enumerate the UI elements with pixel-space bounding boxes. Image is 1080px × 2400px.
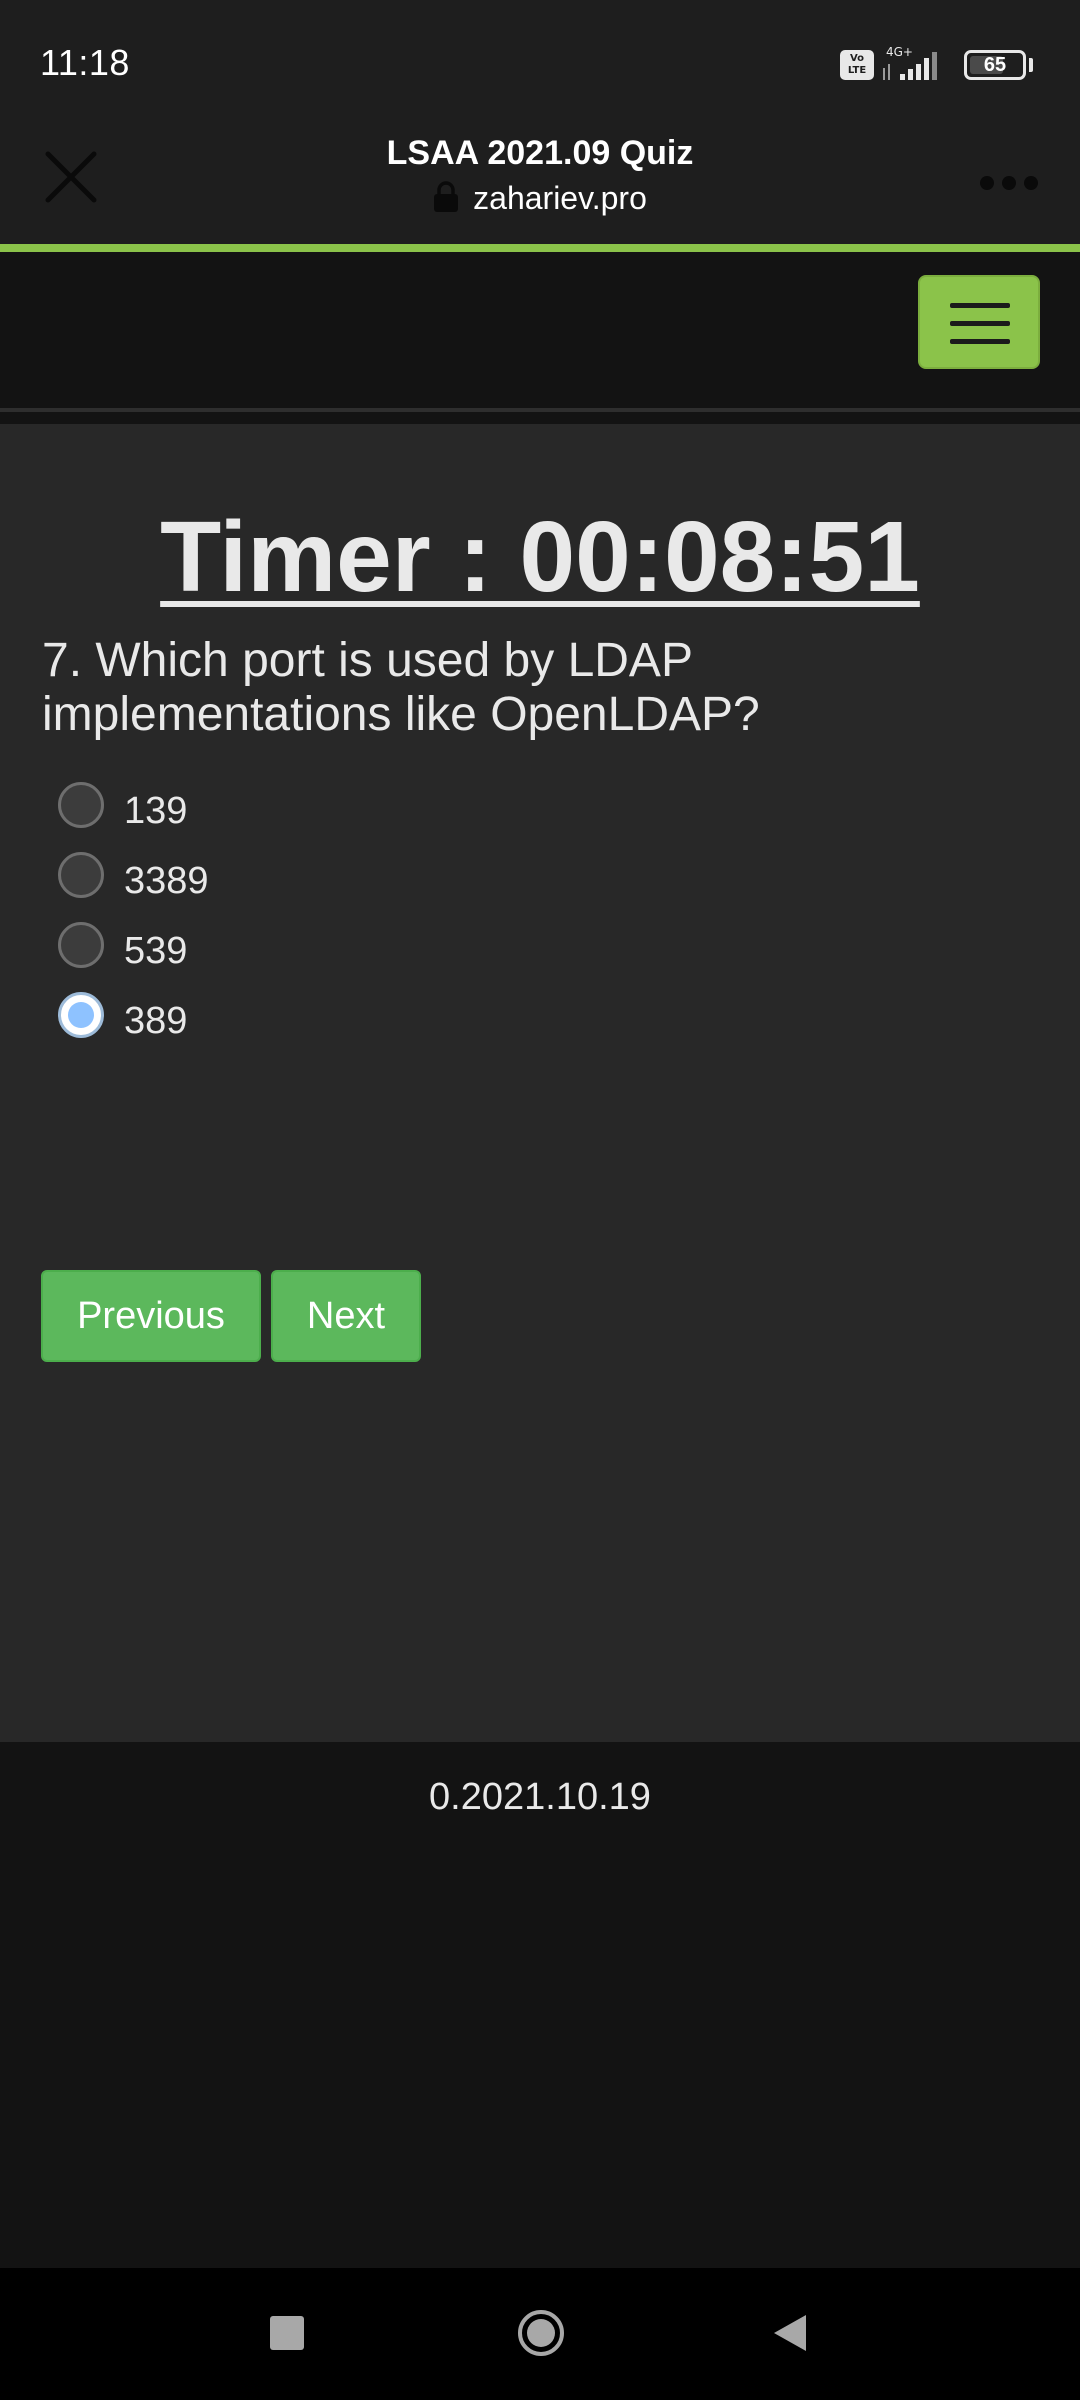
question-text: 7. Which port is used by LDAP implementa…: [42, 634, 760, 741]
battery-level: 65: [983, 54, 1007, 76]
page-load-progress: [0, 244, 1080, 252]
answer-option[interactable]: 3389: [58, 852, 658, 902]
option-label: 139: [124, 790, 188, 832]
page-title: LSAA 2021.09 Quiz: [386, 134, 694, 172]
answer-option[interactable]: 139: [58, 782, 658, 832]
more-dots-icon[interactable]: [970, 156, 1050, 206]
hamburger-menu-button[interactable]: [918, 275, 1040, 369]
quiz-timer: Timer : 00:08:51: [160, 501, 920, 613]
next-button[interactable]: Next: [271, 1270, 421, 1362]
screen: 11:18 Vo LTE 4G+ 65 LSAA 2021.09 Quiz za…: [0, 0, 1080, 2400]
answer-option[interactable]: 539: [58, 922, 658, 972]
home-icon[interactable]: [516, 2308, 566, 2358]
lock-icon: [434, 181, 459, 212]
status-bar: 11:18 Vo LTE 4G+ 65: [0, 0, 1080, 120]
site-navbar: [0, 252, 1080, 412]
close-icon[interactable]: [36, 142, 106, 212]
footer: 0.2021.10.19: [0, 1742, 1080, 2268]
option-label: 539: [124, 930, 188, 972]
signal-icon: 4G+: [883, 45, 937, 80]
radio-button[interactable]: [58, 782, 104, 828]
url-text: zahariev.pro: [473, 180, 647, 216]
previous-button[interactable]: Previous: [41, 1270, 261, 1362]
browser-toolbar: LSAA 2021.09 Quiz zahariev.pro: [0, 120, 1080, 244]
version-label: 0.2021.10.19: [429, 1776, 651, 1818]
quiz-container: Timer : 00:08:51 7. Which port is used b…: [0, 424, 1080, 1742]
answer-option[interactable]: 389: [58, 992, 658, 1042]
radio-button[interactable]: [58, 992, 104, 1038]
option-label: 389: [124, 1000, 188, 1042]
status-time: 11:18: [40, 42, 130, 83]
back-icon[interactable]: [770, 2312, 810, 2354]
url-display[interactable]: zahariev.pro: [200, 180, 880, 217]
system-nav-bar: [0, 2268, 1080, 2400]
recents-icon[interactable]: [270, 2316, 304, 2350]
volte-icon: Vo LTE: [840, 50, 874, 80]
radio-button[interactable]: [58, 852, 104, 898]
battery-tip: [1029, 58, 1033, 72]
network-type-label: 4G+: [886, 45, 913, 59]
battery-icon: 65: [964, 50, 1026, 80]
option-label: 3389: [124, 860, 209, 902]
radio-button[interactable]: [58, 922, 104, 968]
